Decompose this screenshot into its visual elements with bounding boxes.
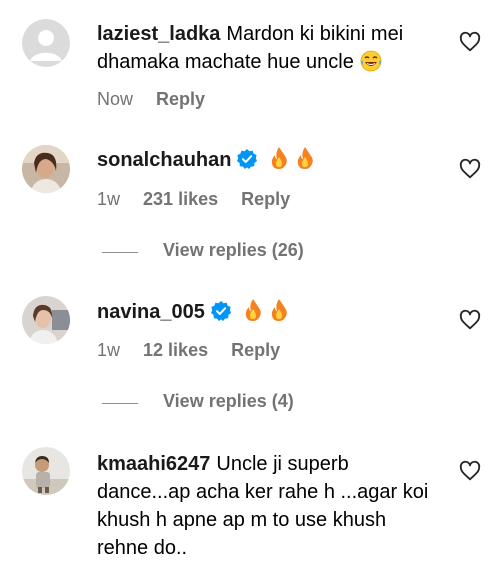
- likes-count[interactable]: 12 likes: [143, 340, 208, 360]
- profile-photo-icon: [22, 145, 70, 193]
- comment-text-line-1: Mardon ki bikini mei: [226, 23, 404, 45]
- verified-badge-icon: [210, 301, 231, 329]
- view-replies-button[interactable]: View replies (4): [102, 391, 402, 415]
- comment-text-line-3: khush h apne ap m to use khush: [97, 509, 387, 531]
- profile-photo-icon: [22, 296, 70, 344]
- comment-time: 1w: [97, 189, 121, 209]
- view-replies-label[interactable]: View replies (26): [163, 240, 304, 261]
- comment-text: kmaahi6247 Uncle ji superb dance...ap ach…: [97, 450, 446, 562]
- comment-time: 1w: [97, 340, 121, 360]
- view-replies-label[interactable]: View replies (4): [163, 391, 294, 412]
- replies-divider: [102, 252, 138, 253]
- profile-photo-icon: [22, 447, 70, 495]
- like-heart-icon[interactable]: [459, 31, 481, 53]
- comment-text: sonalchauhan: [97, 146, 446, 178]
- avatar[interactable]: [22, 296, 70, 344]
- comment-text-line-2: dhamaka machate hue uncle: [97, 51, 354, 73]
- comment-time: Now: [97, 89, 134, 109]
- avatar[interactable]: [22, 145, 70, 193]
- avatar[interactable]: [22, 19, 70, 67]
- fire-emoji-icon: [269, 298, 289, 330]
- like-heart-icon[interactable]: [459, 460, 481, 482]
- laughing-tears-emoji-icon: [360, 50, 382, 80]
- verified-badge-icon: [237, 149, 258, 177]
- like-heart-icon[interactable]: [459, 309, 481, 331]
- comment-username[interactable]: sonalchauhan: [97, 149, 231, 171]
- likes-count[interactable]: 231 likes: [143, 189, 218, 209]
- comment-text-line-1: Uncle ji superb: [216, 453, 349, 475]
- reply-button[interactable]: Reply: [156, 89, 205, 109]
- reply-button[interactable]: Reply: [241, 189, 290, 209]
- reply-button[interactable]: Reply: [231, 340, 280, 360]
- avatar[interactable]: [22, 447, 70, 495]
- comment-text-line-4: rehne do..: [97, 537, 188, 559]
- comment-username[interactable]: laziest_ladka: [97, 23, 220, 45]
- comment-meta: 1w 12 likes Reply: [97, 340, 298, 361]
- view-replies-button[interactable]: View replies (26): [102, 240, 402, 264]
- comment-text-line-2: dance...ap acha ker rahe h ...agar koi: [97, 481, 429, 503]
- comment-username[interactable]: navina_005: [97, 301, 205, 323]
- comment-username[interactable]: kmaahi6247: [97, 453, 210, 475]
- like-heart-icon[interactable]: [459, 158, 481, 180]
- replies-divider: [102, 403, 138, 404]
- fire-emoji-icon: [295, 146, 315, 178]
- fire-emoji-icon: [269, 146, 289, 178]
- comment-meta: 1w 231 likes Reply: [97, 189, 308, 210]
- comment-text: laziest_ladka Mardon ki bikini mei dhamak…: [97, 20, 446, 80]
- comment-text: navina_005: [97, 298, 446, 330]
- comment-meta: Now Reply: [97, 89, 223, 110]
- fire-emoji-icon: [243, 298, 263, 330]
- default-avatar-icon: [22, 19, 70, 67]
